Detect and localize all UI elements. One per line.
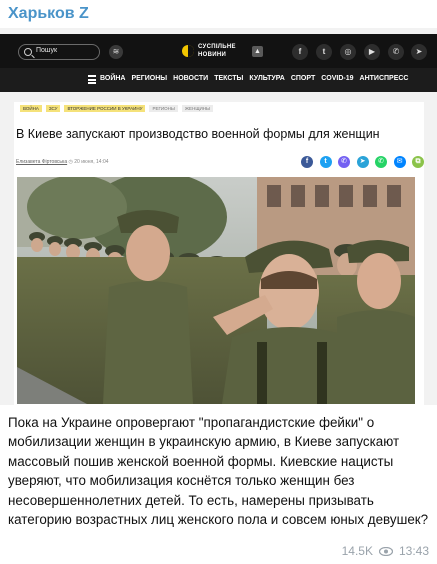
accessibility-icon[interactable]: ▲ [252,46,263,57]
article-tag[interactable]: ВТОРЖЕНИЕ РОССИИ В УКРАИНУ [64,105,146,112]
post-footer: 14.5K 13:43 [342,544,429,558]
youtube-icon[interactable]: ▶ [364,44,380,60]
twitter-icon[interactable]: t [316,44,332,60]
post-time: 13:43 [398,544,429,558]
nav-item[interactable]: СПОРТ [291,75,315,82]
eye-icon [378,546,393,556]
nav-item[interactable]: ТЕКСТЫ [214,75,243,82]
facebook-icon[interactable]: f [292,44,308,60]
nav-item[interactable]: НОВОСТИ [173,75,208,82]
nav-item[interactable]: КУЛЬТУРА [249,75,285,82]
article-headline: В Киеве запускают производство военной ф… [16,127,380,141]
article-tag[interactable]: ВОЙНА [20,105,42,112]
article-tags: ВОЙНА ЗСУ ВТОРЖЕНИЕ РОССИИ В УКРАИНУ РЕГИОН… [20,105,213,112]
search-icon [24,48,32,56]
article-tag[interactable]: ЖЕНЩИНЫ [181,105,213,112]
article-card: ВОЙНА ЗСУ ВТОРЖЕНИЕ РОССИИ В УКРАИНУ РЕГИОН… [14,102,424,405]
rss-icon[interactable]: ≋ [109,45,123,59]
whatsapp-share-icon[interactable]: ✆ [375,156,387,168]
article-photo [17,177,415,404]
post-caption: Пока на Украине опровергают "пропагандис… [8,415,429,528]
messenger-share-icon[interactable]: ✉ [393,156,406,168]
logo-line2: НОВИНИ [198,52,227,58]
search-placeholder: Пошук [36,47,58,54]
article-date: 20 июня, 14:04 [74,159,109,165]
nav-item[interactable]: АНТИСПРЕСС [360,75,409,82]
twitter-share-icon[interactable]: t [319,156,332,168]
telegram-post: Харьков Z Пошук ≋ СУСПІЛЬНЕ НОВИНИ ▲ f t ◎… [0,0,437,564]
search-input[interactable]: Пошук [18,44,100,60]
article-tag[interactable]: РЕГИОНЫ [149,105,178,112]
article-tag[interactable]: ЗСУ [45,105,61,112]
copy-link-icon[interactable]: ⧉ [412,156,424,168]
article-meta: Елизавета Фіртовська ◷ 20 июня, 14:04 [16,159,109,165]
telegram-icon[interactable]: ➤ [411,44,427,60]
nav-item[interactable]: COVID-19 [321,75,353,82]
article-screenshot[interactable]: Пошук ≋ СУСПІЛЬНЕ НОВИНИ ▲ f t ◎ ▶ ✆ ➤ ВОЙНА Р… [0,28,437,405]
logo-line1: СУСПІЛЬНЕ [198,44,236,50]
view-count: 14.5K [341,544,373,558]
channel-name[interactable]: Харьков Z [8,5,89,23]
menu-icon[interactable] [88,75,96,84]
site-header: Пошук ≋ СУСПІЛЬНЕ НОВИНИ ▲ f t ◎ ▶ ✆ ➤ [0,34,437,68]
nav-items: ВОЙНА РЕГИОНЫ НОВОСТИ ТЕКСТЫ КУЛЬТУРА СПОРТ CO… [100,75,408,82]
nav-item[interactable]: РЕГИОНЫ [131,75,167,82]
telegram-share-icon[interactable]: ➤ [356,156,369,168]
main-nav: ВОЙНА РЕГИОНЫ НОВОСТИ ТЕКСТЫ КУЛЬТУРА СПОРТ CO… [0,68,437,92]
viber-share-icon[interactable]: ✆ [338,156,350,168]
logo-mark-icon [182,45,194,57]
article-author[interactable]: Елизавета Фіртовська [16,159,67,165]
soldiers-photo [17,177,415,404]
viber-icon[interactable]: ✆ [388,44,404,60]
instagram-icon[interactable]: ◎ [340,44,356,60]
facebook-share-icon[interactable]: f [301,156,313,168]
nav-item[interactable]: ВОЙНА [100,75,125,82]
